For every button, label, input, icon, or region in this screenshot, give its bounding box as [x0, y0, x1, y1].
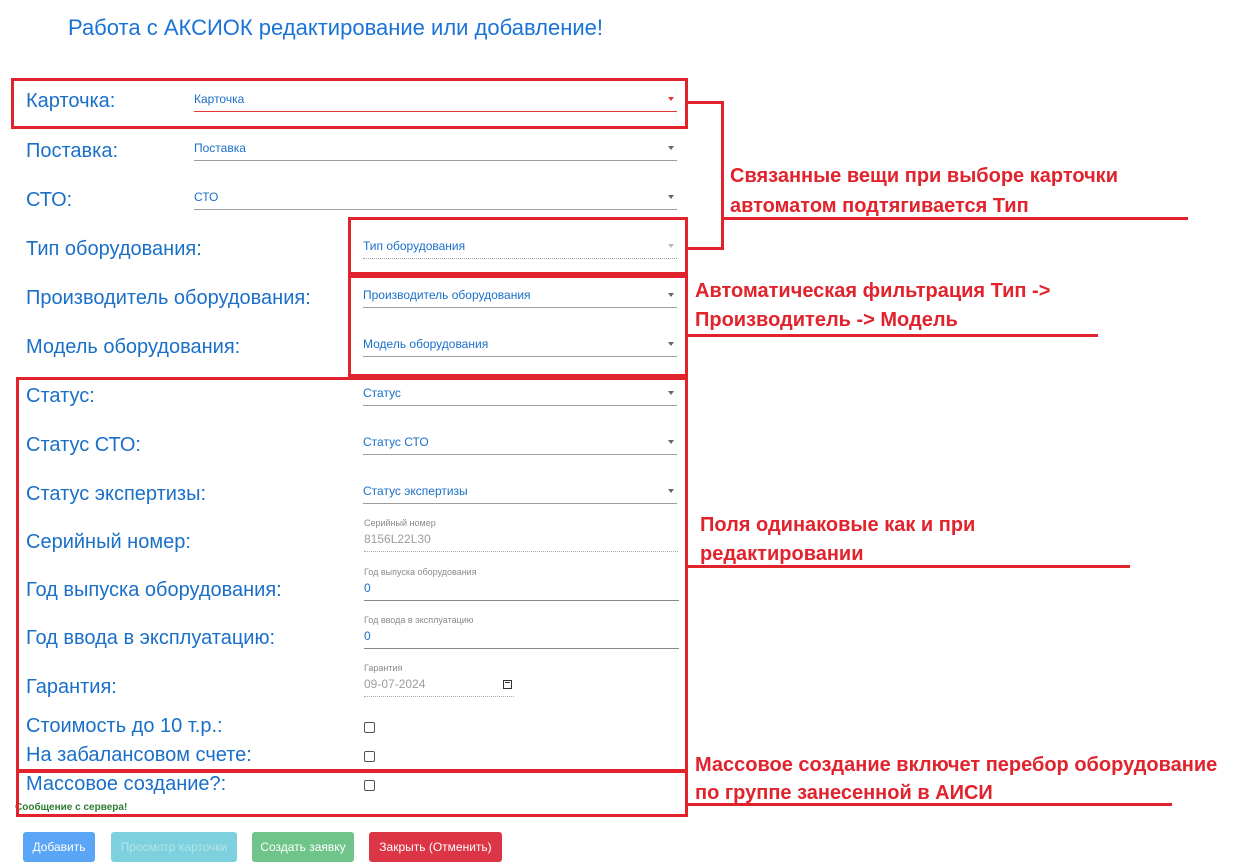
sto-select-value: СТО	[194, 190, 219, 204]
delivery-label: Поставка:	[26, 140, 119, 162]
equipment-type-label: Тип оборудования:	[26, 238, 202, 260]
create-request-button[interactable]: Создать заявку	[252, 832, 354, 862]
connector-line	[688, 247, 724, 250]
add-button[interactable]: Добавить	[23, 832, 95, 862]
annotation-text: Связанные вещи при выборе карточки	[730, 165, 1118, 187]
annotation-box-card	[11, 78, 688, 129]
annotation-text: Автоматическая фильтрация Тип ->	[695, 280, 1051, 302]
delivery-select[interactable]: Поставка	[194, 135, 677, 161]
annotation-text: редактировании	[700, 543, 864, 565]
dropdown-arrow-icon	[668, 195, 674, 199]
annotation-text: автоматом подтягивается Тип	[730, 195, 1029, 217]
annotation-text: Поля одинаковые как и при	[700, 514, 976, 536]
annotation-text: Производитель -> Модель	[695, 309, 958, 331]
annotation-text: по группе занесенной в АИСИ	[695, 782, 993, 804]
view-card-button[interactable]: Просмотр карточки	[111, 832, 237, 862]
manufacturer-label: Производитель оборудования:	[26, 287, 311, 309]
model-label: Модель оборудования:	[26, 336, 241, 358]
close-cancel-button[interactable]: Закрыть (Отменить)	[369, 832, 502, 862]
sto-select[interactable]: СТО	[194, 184, 677, 210]
annotation-box-manufacturer-model	[348, 275, 688, 377]
connector-line	[721, 101, 724, 250]
annotation-box-type	[348, 217, 688, 275]
sto-label: СТО:	[26, 189, 73, 211]
annotation-box-common-fields	[16, 377, 688, 772]
delivery-select-value: Поставка	[194, 141, 246, 155]
annotation-box-mass-create	[16, 770, 688, 817]
annotation-text: Массовое создание включет перебор оборуд…	[695, 754, 1218, 776]
dropdown-arrow-icon	[668, 146, 674, 150]
page-title: Работа с АКСИОК редактирование или добав…	[68, 15, 604, 40]
connector-line	[688, 101, 724, 104]
